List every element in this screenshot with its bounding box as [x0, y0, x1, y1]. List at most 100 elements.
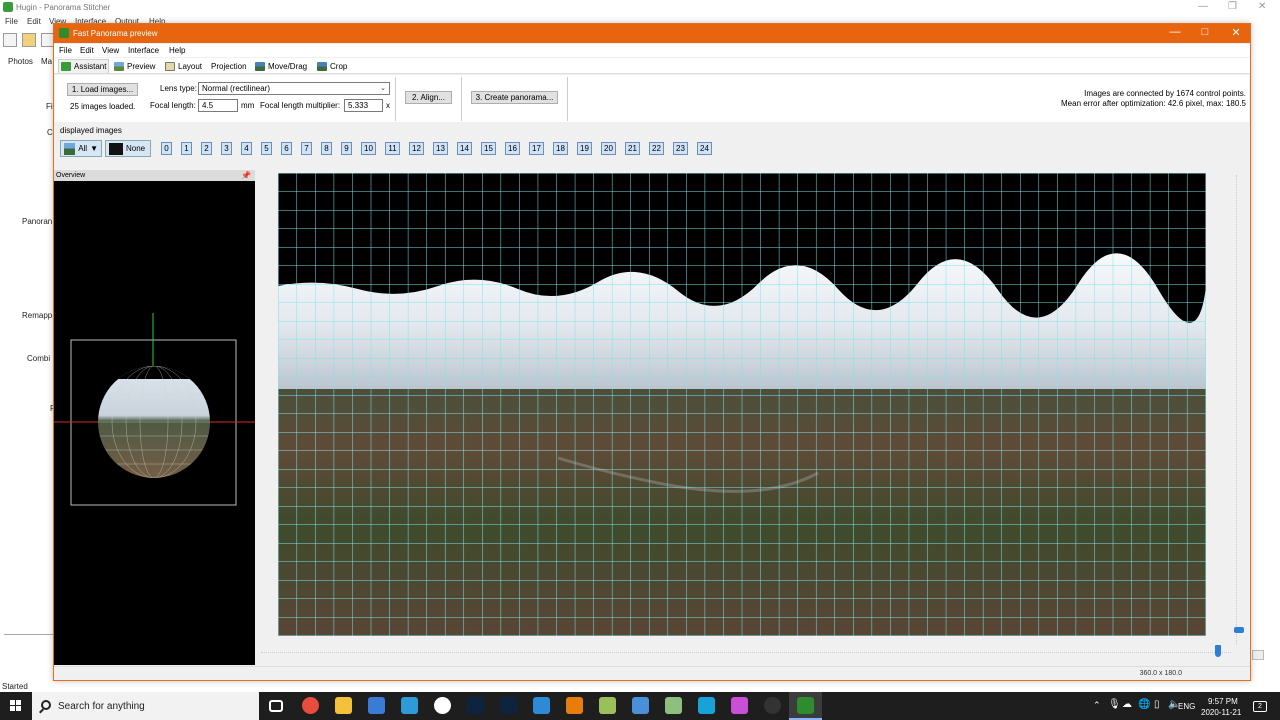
image-toggle-9[interactable]: 9 [341, 142, 352, 155]
app-triangle-icon[interactable] [731, 697, 748, 714]
dropdown-arrow-icon: ▼ [90, 144, 98, 153]
tab-assistant[interactable]: Assistant [58, 59, 110, 73]
horizontal-scroll-track[interactable] [261, 652, 1231, 653]
image-toggle-3[interactable]: 3 [221, 142, 232, 155]
language-indicator[interactable]: ENG [1178, 702, 1195, 711]
preview-canvas-area[interactable] [257, 170, 1250, 665]
lens-type-select[interactable]: Normal (rectilinear) ⌄ [198, 82, 390, 95]
multiplier-input[interactable]: 5.333 [344, 99, 383, 112]
image-toggle-6[interactable]: 6 [281, 142, 292, 155]
bg-label-remapper: Remapp [22, 311, 53, 320]
image-toggle-23[interactable]: 23 [673, 142, 688, 155]
file-explorer-icon[interactable] [335, 697, 352, 714]
app-check-icon[interactable] [665, 697, 682, 714]
tab-preview[interactable]: Preview [112, 59, 157, 73]
panorama-preview[interactable] [278, 173, 1206, 636]
image-toggle-8[interactable]: 8 [321, 142, 332, 155]
pin-icon[interactable]: 📌 [241, 170, 251, 181]
create-panorama-button[interactable]: 3. Create panorama... [471, 91, 558, 104]
bg-menu-file[interactable]: File [5, 17, 18, 26]
tab-move-drag[interactable]: Move/Drag [253, 59, 309, 73]
menu-view[interactable]: View [102, 46, 119, 55]
preview-minimize-icon[interactable]: — [1165, 26, 1185, 38]
new-project-icon[interactable] [3, 33, 17, 47]
onedrive-icon[interactable]: ☁ [1122, 699, 1132, 710]
image-toggle-24[interactable]: 24 [697, 142, 712, 155]
preview-close-icon[interactable]: ✕ [1226, 26, 1246, 39]
app-blue-icon[interactable] [368, 697, 385, 714]
menu-interface[interactable]: Interface [128, 46, 159, 55]
taskbar: Search for anything ⌃ 🎙 ☁ 🌐 ▯ 🔈 ENG 9:57… [0, 692, 1280, 720]
show-all-button[interactable]: All ▼ [60, 140, 102, 157]
tab-layout[interactable]: Layout [163, 59, 204, 73]
bg-menu-edit[interactable]: Edit [27, 17, 41, 26]
open-project-icon[interactable] [22, 33, 36, 47]
start-button[interactable] [0, 692, 32, 720]
notifications-icon[interactable]: 2 [1253, 701, 1267, 712]
clock-date[interactable]: 2020-11-21 [1201, 708, 1241, 717]
focal-length-input[interactable]: 4.5 [198, 99, 238, 112]
image-toggle-20[interactable]: 20 [601, 142, 616, 155]
blender-icon[interactable] [566, 697, 583, 714]
align-button[interactable]: 2. Align... [405, 91, 452, 104]
image-toggle-2[interactable]: 2 [201, 142, 212, 155]
panorama-image[interactable] [278, 173, 1206, 636]
chrome-icon[interactable] [302, 697, 319, 714]
image-toggle-7[interactable]: 7 [301, 142, 312, 155]
menu-file[interactable]: File [59, 46, 72, 55]
image-toggle-18[interactable]: 18 [553, 142, 568, 155]
image-toggle-17[interactable]: 17 [529, 142, 544, 155]
vertical-fov-slider-handle[interactable] [1234, 627, 1244, 633]
tab-projection[interactable]: Projection [209, 59, 249, 73]
taskbar-search-box[interactable]: Search for anything [32, 692, 259, 720]
minimize-icon[interactable]: — [1198, 1, 1208, 12]
close-icon[interactable]: ✕ [1258, 1, 1266, 12]
image-toggle-1[interactable]: 1 [181, 142, 192, 155]
image-toggle-11[interactable]: 11 [385, 142, 400, 155]
network-icon[interactable]: 🌐 [1138, 699, 1150, 710]
image-toggle-22[interactable]: 22 [649, 142, 664, 155]
store-icon[interactable] [401, 697, 418, 714]
image-toggle-15[interactable]: 15 [481, 142, 496, 155]
image-toggle-5[interactable]: 5 [261, 142, 272, 155]
task-view-icon[interactable] [269, 700, 283, 712]
lightroom-icon[interactable] [467, 697, 484, 714]
bg-tab-photos[interactable]: Photos [8, 57, 33, 66]
battery-icon[interactable]: ▯ [1154, 699, 1160, 710]
image-toggle-21[interactable]: 21 [625, 142, 640, 155]
photoshop-icon[interactable] [500, 697, 517, 714]
show-none-button[interactable]: None [105, 140, 151, 157]
clock-time[interactable]: 9:57 PM [1208, 697, 1238, 706]
microphone-icon[interactable]: 🎙 [1108, 699, 1121, 710]
image-toggle-14[interactable]: 14 [457, 142, 472, 155]
image-toggle-10[interactable]: 10 [361, 142, 376, 155]
image-toggle-19[interactable]: 19 [577, 142, 592, 155]
menu-edit[interactable]: Edit [80, 46, 94, 55]
image-toggle-13[interactable]: 13 [433, 142, 448, 155]
image-toggle-4[interactable]: 4 [241, 142, 252, 155]
bg-side-button[interactable] [1252, 650, 1264, 660]
preview-maximize-icon[interactable]: □ [1195, 26, 1215, 38]
overview-sphere-view[interactable] [54, 181, 255, 665]
app-diamond-icon[interactable] [632, 697, 649, 714]
tray-chevron-up-icon[interactable]: ⌃ [1093, 700, 1101, 711]
image-toggle-16[interactable]: 16 [505, 142, 520, 155]
bg-label-panorama: Panoran [22, 217, 53, 226]
tab-crop[interactable]: Crop [315, 59, 349, 73]
app-green-icon[interactable] [599, 697, 616, 714]
obs-icon[interactable] [764, 697, 781, 714]
app-red-circle-icon[interactable] [434, 697, 451, 714]
restore-icon[interactable]: ❐ [1228, 1, 1237, 12]
overview-title: Overview [56, 172, 86, 179]
overview-panel[interactable] [54, 181, 255, 665]
vscode-icon[interactable] [533, 697, 550, 714]
image-toggle-0[interactable]: 0 [161, 142, 172, 155]
horizontal-fov-slider-handle[interactable] [1215, 645, 1221, 657]
load-images-button[interactable]: 1. Load images... [67, 83, 138, 96]
image-toggle-12[interactable]: 12 [409, 142, 424, 155]
bg-tab-mask[interactable]: Ma [41, 57, 52, 66]
hugin-icon[interactable] [797, 697, 814, 714]
vertical-scroll-track[interactable] [1236, 175, 1242, 645]
menu-help[interactable]: Help [169, 46, 185, 55]
app-wikipedia-icon[interactable] [698, 697, 715, 714]
